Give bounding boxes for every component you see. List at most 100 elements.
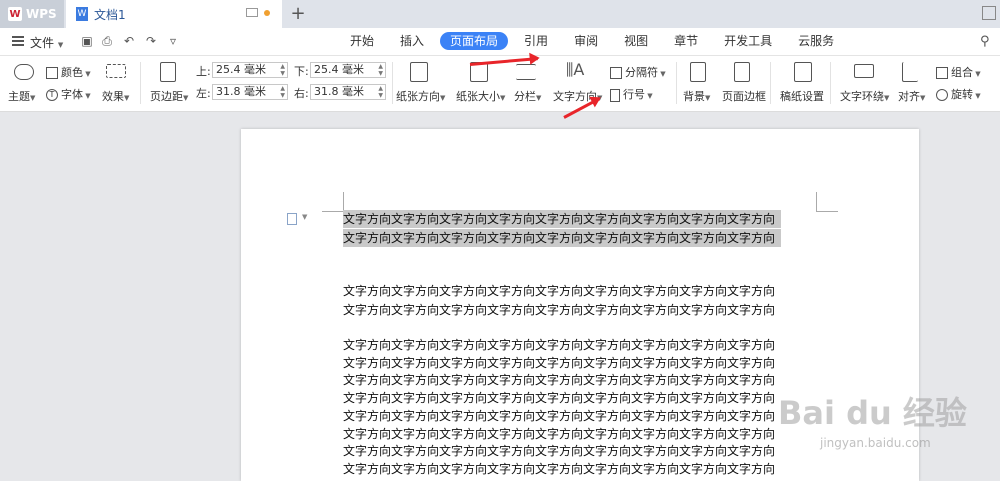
tab-references[interactable]: 引用	[514, 32, 558, 50]
columns-button[interactable]: 分栏▼	[514, 88, 541, 104]
wrap-text-label: 文字环绕	[840, 90, 884, 103]
margins-button[interactable]: 页边距▼	[150, 88, 188, 104]
text-line[interactable]: 文字方向文字方向文字方向文字方向文字方向文字方向文字方向文字方向文字方向	[343, 442, 775, 460]
rotate-button[interactable]: 旋转 ▼	[936, 86, 981, 102]
text-line[interactable]: 文字方向文字方向文字方向文字方向文字方向文字方向文字方向文字方向文字方向	[343, 354, 775, 372]
monitor-icon[interactable]	[246, 8, 258, 17]
effect-button[interactable]: 效果▼	[102, 88, 129, 104]
hamburger-menu-icon[interactable]	[12, 36, 24, 46]
effect-icon	[106, 64, 126, 78]
line-numbers-button[interactable]: 行号 ▼	[610, 86, 653, 102]
redo-icon[interactable]: ↷	[144, 35, 158, 47]
print-icon[interactable]: ⎙	[100, 35, 114, 47]
breaks-button[interactable]: 分隔符 ▼	[610, 64, 666, 80]
text-line[interactable]: 文字方向文字方向文字方向文字方向文字方向文字方向文字方向文字方向文字方向	[343, 282, 775, 300]
tab-developer[interactable]: 开发工具	[714, 32, 782, 50]
theme-label: 主题	[8, 90, 30, 103]
ribbon-tabs: 开始 插入 页面布局 引用 审阅 视图 章节 开发工具 云服务	[340, 32, 850, 50]
left-margin-value: 31.8 毫米	[216, 85, 266, 98]
spin-arrows-icon[interactable]: ▲ ▼	[280, 85, 285, 99]
spin-arrows-icon[interactable]: ▲ ▼	[280, 63, 285, 77]
theme-button[interactable]: 主题▼	[8, 88, 35, 104]
right-margin-value: 31.8 毫米	[314, 85, 364, 98]
menu-bar: 文件 ▼ ▣ ⎙ ↶ ↷ ▿ 开始 插入 页面布局 引用 审阅 视图 章节 开发…	[0, 28, 1000, 56]
ribbon-divider	[770, 62, 771, 104]
selected-text-line[interactable]: 文字方向文字方向文字方向文字方向文字方向文字方向文字方向文字方向文字方向	[343, 210, 781, 228]
chevron-down-icon: ▼	[30, 94, 36, 102]
tab-insert[interactable]: 插入	[390, 32, 434, 50]
rotate-icon	[936, 89, 948, 101]
tab-view[interactable]: 视图	[614, 32, 658, 50]
customize-toolbar-icon[interactable]: ▿	[166, 35, 180, 47]
save-icon[interactable]: ▣	[80, 35, 94, 47]
top-margin-label: 上:	[196, 65, 211, 78]
chevron-down-icon: ▼	[658, 70, 666, 78]
ribbon-toolbar: 主题▼ 颜色 ▼ T 字体 ▼ 效果▼ 页边距▼ 上: 25.4 毫米 ▲ ▼ 左:…	[0, 56, 1000, 112]
chevron-down-icon: ▼	[57, 41, 64, 49]
new-tab-button[interactable]: +	[288, 3, 308, 24]
text-line[interactable]: 文字方向文字方向文字方向文字方向文字方向文字方向文字方向文字方向文字方向	[343, 460, 775, 478]
effect-label: 效果	[102, 90, 124, 103]
tab-page-layout[interactable]: 页面布局	[440, 32, 509, 50]
align-button[interactable]: 对齐▼	[898, 88, 925, 104]
font-label: 字体	[61, 88, 83, 101]
color-button[interactable]: 颜色 ▼	[46, 64, 91, 80]
chevron-down-icon: ▼	[124, 94, 130, 102]
spin-arrows-icon[interactable]: ▲ ▼	[378, 85, 383, 99]
align-icon	[902, 62, 918, 82]
tab-review[interactable]: 审阅	[564, 32, 608, 50]
orientation-button[interactable]: 纸张方向▼	[396, 88, 445, 104]
chevron-down-icon: ▼	[83, 70, 91, 78]
margins-icon	[160, 62, 176, 82]
columns-label: 分栏	[514, 90, 536, 103]
tab-start[interactable]: 开始	[340, 32, 384, 50]
font-button[interactable]: T 字体 ▼	[46, 86, 91, 102]
text-line[interactable]: 文字方向文字方向文字方向文字方向文字方向文字方向文字方向文字方向文字方向	[343, 407, 775, 425]
manuscript-grid-icon	[794, 62, 812, 82]
ribbon-divider	[140, 62, 141, 104]
text-line[interactable]: 文字方向文字方向文字方向文字方向文字方向文字方向文字方向文字方向文字方向	[343, 425, 775, 443]
background-button[interactable]: 背景▼	[683, 88, 710, 104]
chevron-down-icon: ▼	[920, 94, 926, 102]
text-line[interactable]: 文字方向文字方向文字方向文字方向文字方向文字方向文字方向文字方向文字方向	[343, 301, 775, 319]
paragraph-handle-icon[interactable]	[287, 213, 297, 225]
document-tab[interactable]: W 文档1	[66, 0, 282, 28]
file-menu[interactable]: 文件 ▼	[30, 34, 63, 51]
align-label: 对齐	[898, 90, 920, 103]
chevron-down-icon: ▼	[536, 94, 542, 102]
top-margin-input[interactable]: 25.4 毫米 ▲ ▼	[212, 62, 288, 78]
manuscript-button[interactable]: 稿纸设置	[780, 88, 824, 104]
chevron-down-icon[interactable]: ▼	[302, 213, 307, 221]
margin-corner-left	[322, 192, 344, 212]
selected-text-line[interactable]: 文字方向文字方向文字方向文字方向文字方向文字方向文字方向文字方向文字方向	[343, 229, 781, 247]
line-numbers-label: 行号	[623, 88, 645, 101]
tab-cloud[interactable]: 云服务	[788, 32, 844, 50]
wps-app-tab[interactable]: W WPS	[0, 0, 64, 28]
paper-size-button[interactable]: 纸张大小▼	[456, 88, 505, 104]
wps-app-label: WPS	[26, 7, 57, 21]
group-button[interactable]: 组合 ▼	[936, 64, 981, 80]
text-line[interactable]: 文字方向文字方向文字方向文字方向文字方向文字方向文字方向文字方向文字方向	[343, 336, 775, 354]
title-bar: W WPS W 文档1 +	[0, 0, 1000, 28]
wrap-text-button[interactable]: 文字环绕▼	[840, 88, 889, 104]
background-label: 背景	[683, 90, 705, 103]
file-menu-label: 文件	[30, 36, 55, 50]
tab-chapter[interactable]: 章节	[664, 32, 708, 50]
unsaved-dot-icon	[264, 10, 270, 16]
text-line[interactable]: 文字方向文字方向文字方向文字方向文字方向文字方向文字方向文字方向文字方向	[343, 371, 775, 389]
watermark-url: jingyan.baidu.com	[820, 436, 931, 450]
spin-arrows-icon[interactable]: ▲ ▼	[378, 63, 383, 77]
group-icon	[936, 67, 948, 79]
color-label: 颜色	[61, 66, 83, 79]
right-margin-input[interactable]: 31.8 毫米 ▲ ▼	[310, 84, 386, 100]
text-line[interactable]: 文字方向文字方向文字方向文字方向文字方向文字方向文字方向文字方向文字方向	[343, 389, 775, 407]
window-restore-icon[interactable]	[982, 6, 996, 20]
undo-icon[interactable]: ↶	[122, 35, 136, 47]
bottom-margin-input[interactable]: 25.4 毫米 ▲ ▼	[310, 62, 386, 78]
left-margin-input[interactable]: 31.8 毫米 ▲ ▼	[212, 84, 288, 100]
search-icon[interactable]: ⚲	[980, 34, 990, 49]
chevron-down-icon: ▼	[440, 94, 446, 102]
page-borders-button[interactable]: 页面边框	[722, 88, 766, 104]
left-margin-label: 左:	[196, 87, 211, 100]
ribbon-divider	[676, 62, 677, 104]
